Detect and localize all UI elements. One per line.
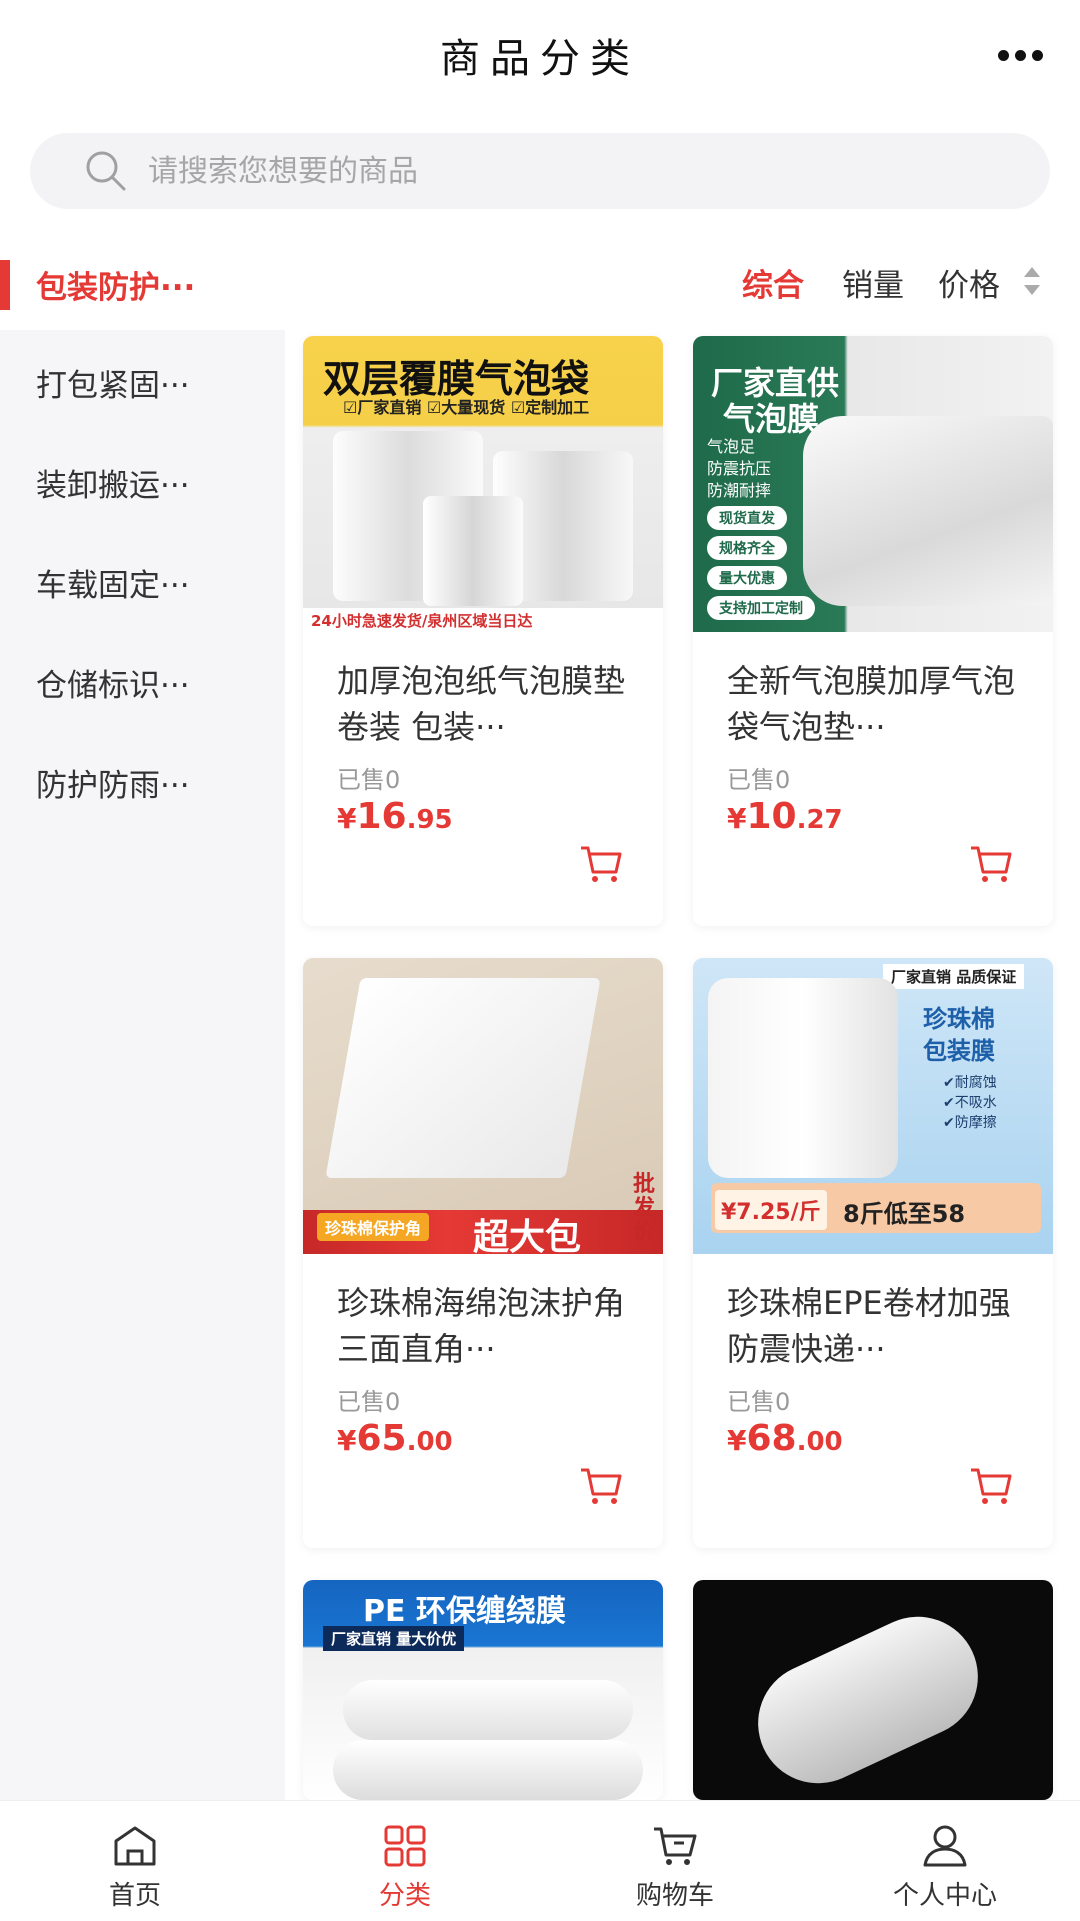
more-dot-icon	[1014, 49, 1026, 61]
sidebar-item-bundling[interactable]: 打包紧固···	[36, 360, 190, 405]
cart-icon	[654, 1827, 697, 1865]
user-icon	[923, 1825, 967, 1867]
product-price: ¥10.27	[727, 796, 843, 837]
product-card[interactable]: 珍珠棉保护角 超大包 批发价 珍珠棉海绵泡沫护角三面直角··· 已售0 ¥65.…	[303, 958, 663, 1548]
product-name[interactable]: 珍珠棉海绵泡沫护角三面直角···	[337, 1280, 637, 1372]
bottom-tab-bar: 首页 分类 购物车 个人中心	[0, 1800, 1080, 1921]
sidebar-item-rain-protection[interactable]: 防护防雨···	[36, 760, 190, 805]
search-bar[interactable]	[30, 133, 1050, 209]
image-tags: 厂家直销 量大价优	[323, 1626, 465, 1651]
image-promo: 8斤低至58	[843, 1200, 966, 1228]
add-to-cart-icon[interactable]	[969, 844, 1013, 884]
image-top-text: 厂家直销 品质保证	[883, 964, 1025, 989]
tab-label: 分类	[378, 1881, 431, 1911]
sidebar-item-loading[interactable]: 装卸搬运···	[36, 460, 190, 505]
product-sold: 已售0	[337, 1388, 401, 1416]
category-sidebar: 包装防护··· 打包紧固··· 装卸搬运··· 车载固定··· 仓储标识··· …	[0, 240, 285, 1800]
stretch-film-roll-image	[333, 1740, 643, 1800]
tab-cart[interactable]: 购物车	[540, 1801, 810, 1921]
tab-home[interactable]: 首页	[0, 1801, 270, 1921]
image-footer: 24小时急速发货/泉州区域当日达	[311, 612, 533, 630]
product-sold: 已售0	[337, 766, 401, 794]
image-side-text: 批发价	[633, 1172, 656, 1245]
product-name[interactable]: 珍珠棉EPE卷材加强防震快递···	[727, 1280, 1027, 1372]
category-icon	[384, 1825, 426, 1867]
image-badge: 珍珠棉保护角	[317, 1213, 430, 1241]
foam-corner-image	[325, 978, 601, 1178]
search-icon	[86, 151, 126, 191]
image-tags: ☑厂家直销 ☑大量现货 ☑定制加工	[343, 398, 590, 417]
bubble-roll-image	[423, 496, 523, 606]
product-price: ¥65.00	[337, 1418, 453, 1459]
sort-comprehensive[interactable]: 综合	[742, 252, 804, 312]
image-headline: 气泡膜	[723, 400, 820, 438]
product-image[interactable]: 厂家直供 气泡膜 气泡足 防震抗压 防潮耐摔 现货直发 规格齐全 量大优惠 支持…	[693, 336, 1053, 632]
sidebar-item-storage-marking[interactable]: 仓储标识···	[36, 660, 190, 705]
product-image[interactable]: 厂家直销 品质保证 珍珠棉 包装膜 ✔耐腐蚀 ✔不吸水 ✔防摩擦 ¥7.25/斤…	[693, 958, 1053, 1254]
tab-label: 个人中心	[892, 1881, 997, 1911]
image-pill: 现货直发	[707, 506, 787, 530]
image-big-text: 超大包	[473, 1217, 582, 1254]
more-dot-icon	[1031, 49, 1043, 61]
product-sold: 已售0	[727, 766, 791, 794]
product-image[interactable]: 珍珠棉保护角 超大包 批发价	[303, 958, 663, 1254]
tab-profile[interactable]: 个人中心	[810, 1801, 1080, 1921]
tab-label: 首页	[108, 1881, 161, 1911]
product-card[interactable]: PE 环保缠绕膜 厂家直销 量大价优	[303, 1580, 663, 1800]
stretch-film-roll-image	[738, 1597, 998, 1800]
product-price: ¥68.00	[727, 1418, 843, 1459]
image-pill: 量大优惠	[707, 566, 787, 590]
product-card[interactable]: 厂家直销 品质保证 珍珠棉 包装膜 ✔耐腐蚀 ✔不吸水 ✔防摩擦 ¥7.25/斤…	[693, 958, 1053, 1548]
image-pill: 规格齐全	[707, 536, 787, 560]
image-headline: PE 环保缠绕膜	[363, 1594, 566, 1629]
product-sold: 已售0	[727, 1388, 791, 1416]
more-menu-button[interactable]	[990, 30, 1050, 80]
header: 商品分类	[0, 0, 1080, 110]
image-sub: 气泡足 防震抗压 防潮耐摔	[707, 437, 772, 500]
product-price: ¥16.95	[337, 796, 453, 837]
product-card[interactable]	[693, 1580, 1053, 1800]
product-image[interactable]: PE 环保缠绕膜 厂家直销 量大价优	[303, 1580, 663, 1800]
sort-arrows-icon[interactable]	[1020, 263, 1044, 299]
product-card[interactable]: 双层覆膜气泡袋 ☑厂家直销 ☑大量现货 ☑定制加工 24小时急速发货/泉州区域当…	[303, 336, 663, 926]
image-pill: 支持加工定制	[707, 596, 815, 620]
search-input[interactable]	[146, 152, 950, 190]
epe-roll-image	[708, 978, 898, 1178]
image-features: ✔耐腐蚀 ✔不吸水 ✔防摩擦	[943, 1075, 997, 1131]
add-to-cart-icon[interactable]	[969, 1466, 1013, 1506]
product-name[interactable]: 加厚泡泡纸气泡膜垫卷装 包装···	[337, 658, 637, 750]
sidebar-item-vehicle-fixing[interactable]: 车载固定···	[36, 560, 190, 605]
add-to-cart-icon[interactable]	[579, 844, 623, 884]
product-name[interactable]: 全新气泡膜加厚气泡袋气泡垫···	[727, 658, 1027, 750]
tab-label: 购物车	[635, 1881, 714, 1911]
product-image[interactable]: 双层覆膜气泡袋 ☑厂家直销 ☑大量现货 ☑定制加工 24小时急速发货/泉州区域当…	[303, 336, 663, 632]
more-dot-icon	[997, 49, 1009, 61]
add-to-cart-icon[interactable]	[579, 1466, 623, 1506]
product-image[interactable]	[693, 1580, 1053, 1800]
product-card[interactable]: 厂家直供 气泡膜 气泡足 防震抗压 防潮耐摔 现货直发 规格齐全 量大优惠 支持…	[693, 336, 1053, 926]
stretch-film-roll-image	[343, 1680, 633, 1740]
image-price-tag: ¥7.25/斤	[715, 1190, 827, 1230]
sidebar-active-indicator	[0, 260, 10, 310]
home-icon	[114, 1826, 156, 1866]
sort-sales[interactable]: 销量	[842, 252, 904, 312]
page-title: 商品分类	[440, 36, 640, 82]
bubble-roll-image	[803, 416, 1053, 606]
sort-price[interactable]: 价格	[938, 252, 1000, 312]
sidebar-item-packaging-protection[interactable]: 包装防护···	[36, 262, 195, 307]
tab-category[interactable]: 分类	[270, 1801, 540, 1921]
image-title: 珍珠棉 包装膜	[923, 1005, 995, 1065]
